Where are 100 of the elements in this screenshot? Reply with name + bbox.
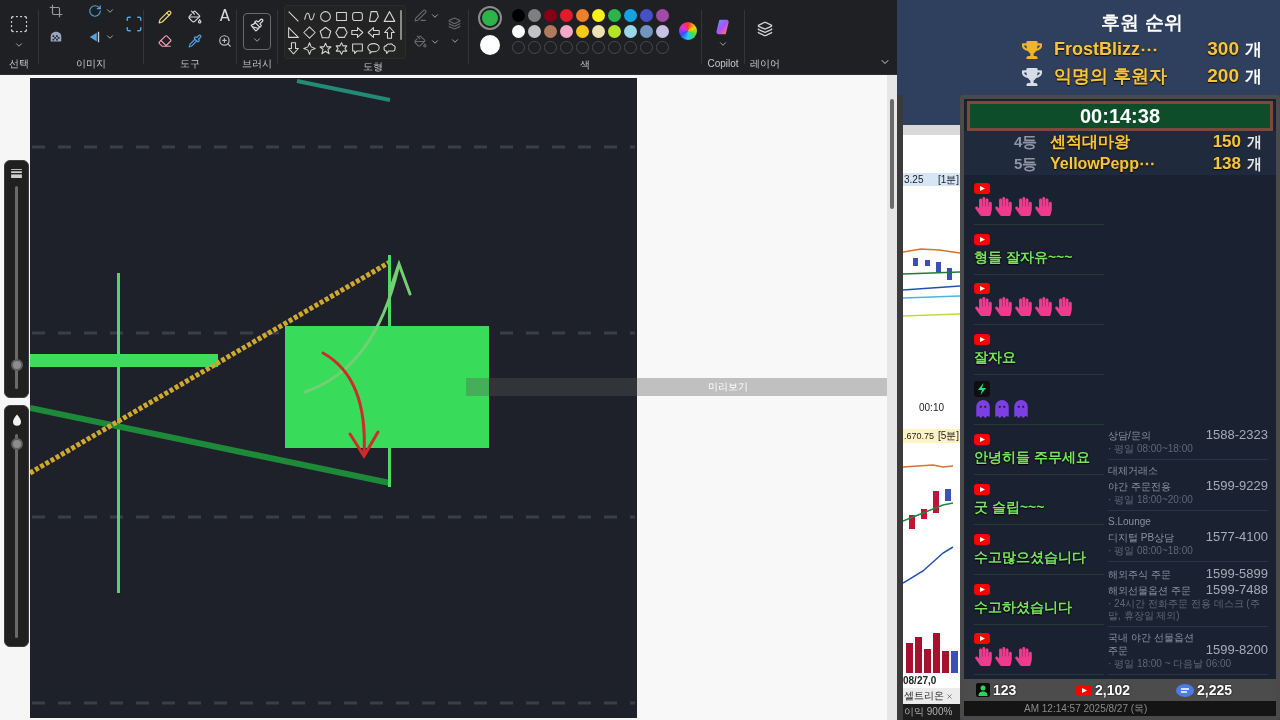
triangle-icon[interactable]: [383, 10, 396, 23]
star-icon[interactable]: [319, 42, 332, 55]
pencil-icon[interactable]: [158, 9, 172, 24]
scrollbar-thumb[interactable]: [890, 99, 894, 209]
six-point-star-icon[interactable]: [335, 42, 348, 55]
chat-message: 수고많으셨습니다: [974, 547, 1087, 566]
color-swatch[interactable]: [576, 25, 589, 38]
color-picker-icon[interactable]: [188, 34, 202, 48]
time-label: 00:10: [919, 403, 944, 413]
color-swatch[interactable]: [656, 9, 669, 22]
layers-icon[interactable]: [757, 21, 773, 37]
preview-label: 미리보기: [708, 382, 748, 392]
hexagon-icon[interactable]: [335, 26, 348, 39]
color-swatch[interactable]: [512, 9, 525, 22]
close-icon[interactable]: [946, 692, 953, 700]
color-swatch[interactable]: [592, 9, 605, 22]
color-swatch[interactable]: [592, 25, 605, 38]
rectangle-icon[interactable]: [335, 10, 348, 23]
count-unit: 개: [1245, 38, 1262, 61]
crop-icon[interactable]: [49, 4, 63, 18]
app-logo-icon[interactable]: [714, 18, 732, 36]
donation-count: 138: [1212, 153, 1241, 176]
selection-icon[interactable]: [9, 14, 29, 34]
candle: [933, 491, 939, 513]
rounded-rectangle-icon[interactable]: [351, 10, 364, 23]
current-color-swatch[interactable]: [478, 6, 502, 30]
color-swatch[interactable]: [624, 25, 637, 38]
checkered-image-icon[interactable]: [49, 30, 63, 44]
candle: [936, 262, 941, 272]
color-swatch[interactable]: [560, 25, 573, 38]
counter-value: 123: [993, 683, 1017, 697]
line-icon[interactable]: [287, 10, 300, 23]
video-play-icon: [974, 583, 990, 595]
color-swatch[interactable]: [624, 9, 637, 22]
pentagon-icon[interactable]: [319, 26, 332, 39]
magnifier-icon[interactable]: [218, 34, 232, 48]
text-tool[interactable]: A: [219, 9, 231, 24]
polygon-icon[interactable]: [367, 10, 380, 23]
lightning-badge-icon: [974, 381, 990, 397]
slider-thumb[interactable]: [10, 358, 23, 371]
down-arrow-icon[interactable]: [287, 42, 300, 55]
right-triangle-icon[interactable]: [287, 26, 300, 39]
color-swatch[interactable]: [528, 25, 541, 38]
drawing-canvas[interactable]: [30, 78, 637, 718]
right-arrow-icon[interactable]: [351, 26, 364, 39]
outline-icon[interactable]: [414, 9, 427, 22]
rotate-icon[interactable]: [88, 4, 102, 18]
color-swatch[interactable]: [528, 9, 541, 22]
color-swatch[interactable]: [656, 25, 669, 38]
group-label: 선택: [9, 59, 29, 69]
resize-icon[interactable]: [125, 15, 143, 33]
chat-message: 수고하셨습니다: [974, 597, 1073, 616]
vertical-slider[interactable]: [10, 186, 23, 389]
date-label: 08/27,0: [903, 676, 937, 686]
oval-callout-icon[interactable]: [367, 42, 380, 55]
color-swatch[interactable]: [560, 9, 573, 22]
eraser-icon[interactable]: [158, 34, 172, 48]
hand-icon: [974, 197, 993, 216]
left-arrow-icon[interactable]: [367, 26, 380, 39]
hand-icon: [1034, 197, 1053, 216]
fill-bucket-icon[interactable]: [188, 9, 202, 24]
color-wheel-icon[interactable]: [679, 22, 697, 40]
chevron-icon[interactable]: [14, 40, 24, 50]
color-swatch[interactable]: [640, 25, 653, 38]
color-swatch[interactable]: [608, 9, 621, 22]
stock-tab[interactable]: 셀트리온: [903, 688, 960, 704]
brush-icon[interactable]: [250, 18, 264, 32]
person-icon: [976, 683, 990, 697]
video-play-icon: [974, 233, 990, 245]
chevron-icon[interactable]: [105, 32, 115, 42]
vertical-slider[interactable]: [10, 434, 23, 638]
flip-icon[interactable]: [88, 30, 102, 44]
diamond-icon[interactable]: [303, 26, 316, 39]
color-swatch[interactable]: [512, 25, 525, 38]
color-swatch[interactable]: [608, 25, 621, 38]
color-swatch[interactable]: [640, 9, 653, 22]
arrange-icon[interactable]: [448, 17, 461, 30]
color-swatch[interactable]: [544, 9, 557, 22]
clock-text: AM 12:14:57 2025/8/27 (목): [1024, 703, 1148, 714]
rectangle-callout-icon[interactable]: [351, 42, 364, 55]
chevron-icon[interactable]: [449, 36, 460, 46]
current-color-swatch[interactable]: [480, 35, 500, 55]
group-label: 이미지: [76, 59, 106, 69]
color-swatch[interactable]: [576, 9, 589, 22]
shape-fill-icon[interactable]: [414, 35, 427, 48]
cloud-callout-icon[interactable]: [383, 42, 396, 55]
phone-number: 1599-8200: [1205, 642, 1268, 657]
brush-button[interactable]: [243, 13, 271, 50]
price-line: [903, 248, 960, 254]
oval-icon[interactable]: [319, 10, 332, 23]
up-arrow-icon[interactable]: [383, 26, 396, 39]
chevron-icon[interactable]: [252, 35, 262, 45]
curve-icon[interactable]: [303, 10, 316, 23]
phone-number: 1599-5899: [1205, 566, 1268, 581]
chevron-icon[interactable]: [718, 39, 728, 49]
four-point-star-icon[interactable]: [303, 42, 316, 55]
slider-thumb[interactable]: [10, 438, 23, 451]
color-swatch[interactable]: [544, 25, 557, 38]
chevron-icon[interactable]: [105, 6, 115, 16]
info-note: · 24시간 전화주문 전용 데스크 (주말, 휴장일 제외): [1108, 598, 1261, 622]
